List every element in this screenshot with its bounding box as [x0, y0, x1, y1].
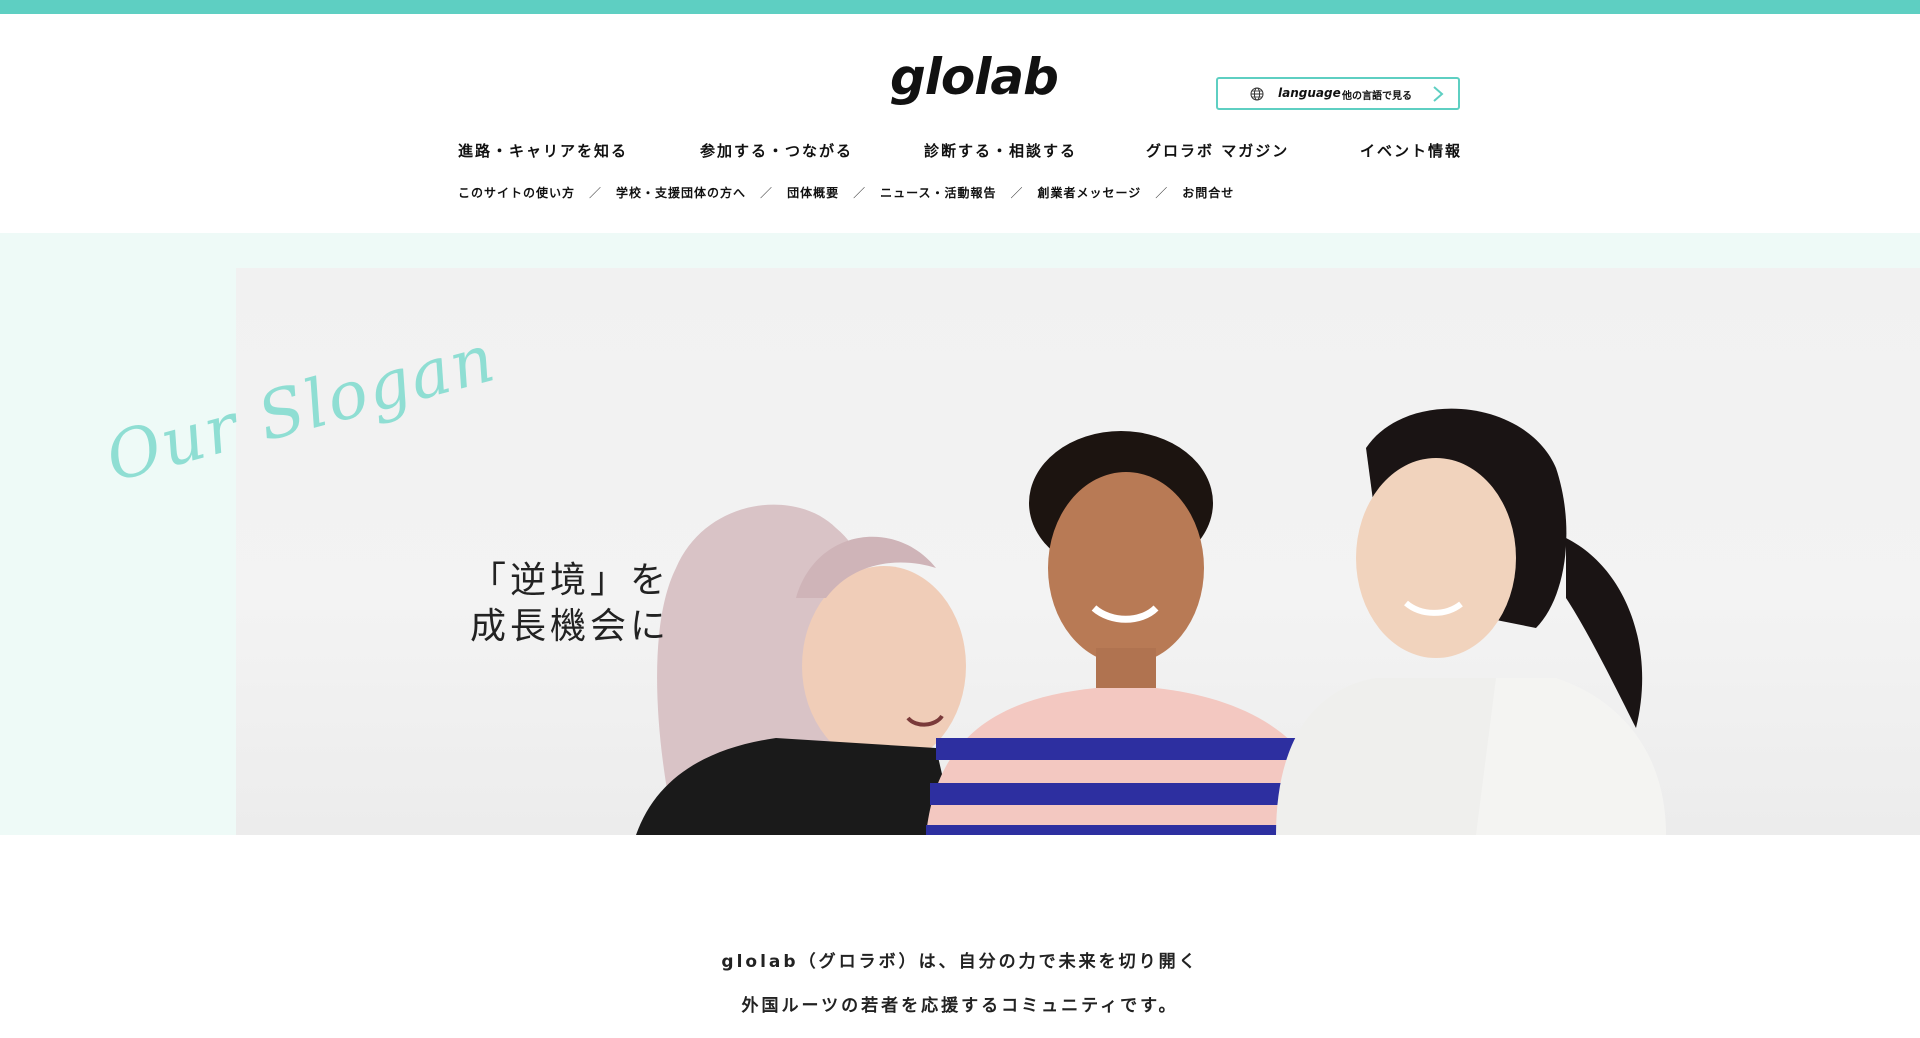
sub-nav-news[interactable]: ニュース・活動報告 — [880, 184, 996, 201]
sub-nav: このサイトの使い方 ／ 学校・支援団体の方へ ／ 団体概要 ／ ニュース・活動報… — [458, 183, 1234, 201]
hero-slogan: 「逆境」を 成長機会に — [470, 558, 670, 650]
language-label: language — [1278, 86, 1341, 100]
sub-nav-separator: ／ — [1155, 185, 1169, 200]
sub-nav-separator: ／ — [589, 185, 603, 200]
nav-item-magazine[interactable]: グロラボ マガジン — [1146, 140, 1289, 161]
globe-icon — [1250, 87, 1264, 101]
hero-slogan-line-1: 「逆境」を — [470, 560, 671, 601]
intro-line-2: 外国ルーツの若者を応援するコミュニティです。 — [741, 996, 1179, 1016]
sub-nav-how-to-use[interactable]: このサイトの使い方 — [458, 184, 575, 201]
main-nav: 進路・キャリアを知る 参加する・つながる 診断する・相談する グロラボ マガジン… — [458, 140, 1462, 164]
nav-item-diagnose[interactable]: 診断する・相談する — [924, 140, 1077, 161]
site-logo[interactable]: glolab — [890, 44, 1059, 110]
sub-nav-separator: ／ — [853, 185, 867, 200]
sub-nav-separator: ／ — [760, 185, 774, 200]
language-sub-label: 他の言語で見る — [1342, 91, 1412, 102]
nav-item-career[interactable]: 進路・キャリアを知る — [458, 140, 628, 161]
chevron-right-icon — [1433, 86, 1444, 102]
language-button[interactable]: language 他の言語で見る — [1216, 77, 1460, 110]
sub-nav-contact[interactable]: お問合せ — [1182, 184, 1234, 201]
hero-slogan-line-2: 成長機会に — [470, 606, 671, 647]
top-accent-bar — [0, 0, 1920, 14]
nav-item-events[interactable]: イベント情報 — [1360, 140, 1462, 161]
sub-nav-separator: ／ — [1010, 185, 1024, 200]
nav-item-participate[interactable]: 参加する・つながる — [700, 140, 853, 161]
sub-nav-about[interactable]: 団体概要 — [787, 184, 839, 201]
intro-line-1: glolab（グロラボ）は、自分の力で未来を切り開く — [721, 952, 1199, 972]
intro-text: glolab（グロラボ）は、自分の力で未来を切り開く 外国ルーツの若者を応援する… — [0, 950, 1920, 1038]
sub-nav-schools[interactable]: 学校・支援団体の方へ — [616, 184, 746, 201]
sub-nav-founder[interactable]: 創業者メッセージ — [1038, 184, 1142, 201]
